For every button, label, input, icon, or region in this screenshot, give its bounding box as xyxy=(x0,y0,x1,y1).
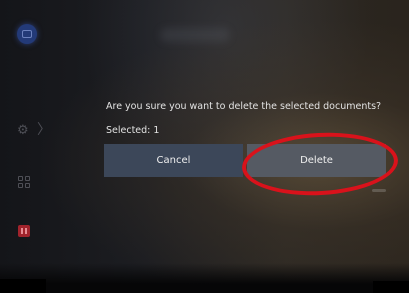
screen-glare xyxy=(372,189,386,192)
apps-grid-icon[interactable] xyxy=(18,176,31,189)
tv-screen: ⚙ 〉 Are you sure you want to delete the … xyxy=(0,0,409,293)
delete-button[interactable]: Delete xyxy=(247,144,386,177)
pause-tile-icon[interactable] xyxy=(18,225,30,237)
gear-icon[interactable]: ⚙ xyxy=(17,123,29,139)
delete-confirmation-message: Are you sure you want to delete the sele… xyxy=(106,101,382,112)
bottom-bezel xyxy=(0,263,409,293)
bezel-corner-right xyxy=(373,281,409,293)
profile-icon[interactable] xyxy=(17,24,37,44)
top-title-blur xyxy=(160,28,230,42)
bezel-corner-left xyxy=(0,279,46,293)
selected-count: Selected: 1 xyxy=(106,125,160,136)
chevron-right-icon: 〉 xyxy=(37,122,51,138)
cancel-button[interactable]: Cancel xyxy=(104,144,243,177)
